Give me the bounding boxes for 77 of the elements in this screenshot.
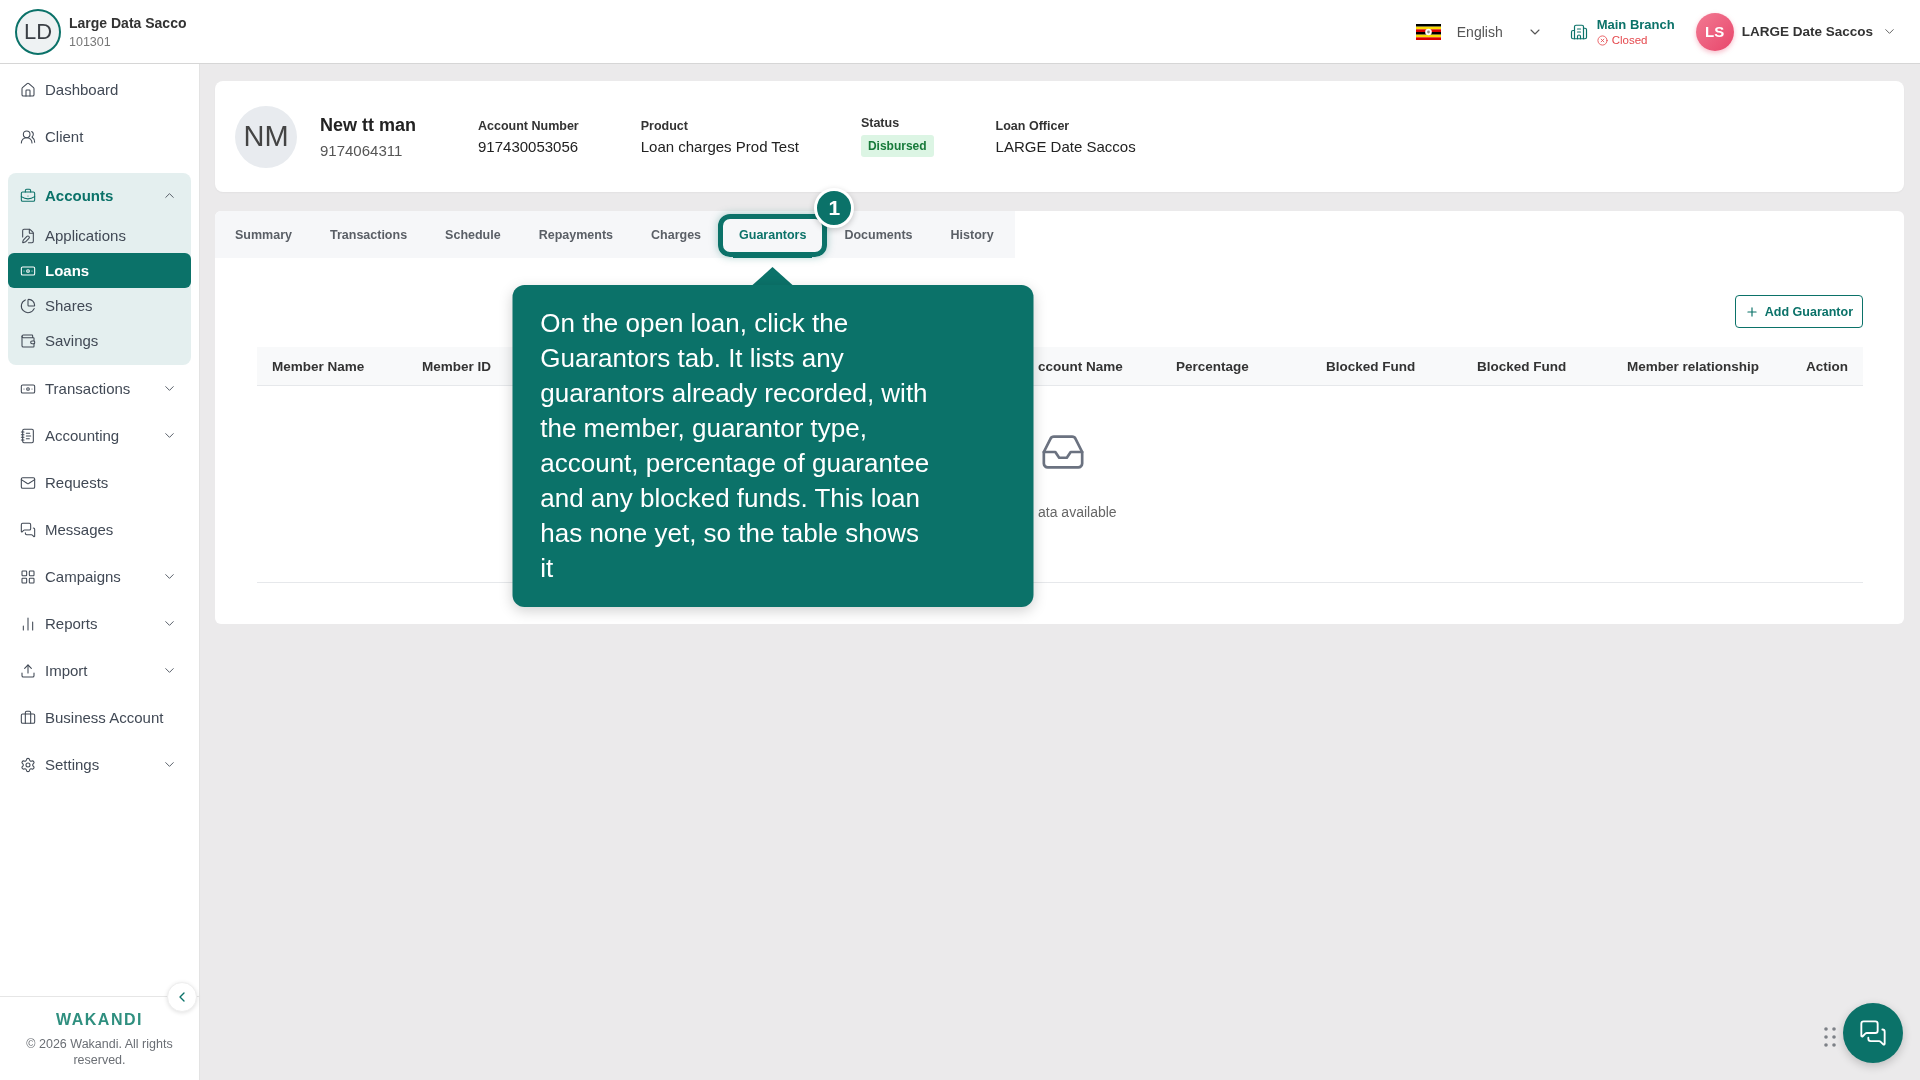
file-pen-icon	[20, 227, 36, 244]
tab[interactable]: Transactions	[324, 211, 414, 258]
grid-icon	[20, 568, 36, 585]
tab[interactable]: Summary	[229, 211, 298, 258]
copyright-text: © 2026 Wakandi. All rights reserved.	[25, 1036, 174, 1068]
sidebar-item[interactable]: Dashboard	[8, 66, 191, 113]
chat-button[interactable]	[1843, 1003, 1903, 1063]
pie-chart-icon	[20, 297, 36, 314]
bar-chart-icon	[20, 615, 36, 632]
collapse-sidebar-button[interactable]	[167, 982, 197, 1012]
language-select[interactable]: English	[1456, 23, 1543, 40]
sidebar-item[interactable]: Messages	[8, 506, 191, 553]
field-label: Status	[860, 116, 901, 130]
briefcase-icon	[20, 709, 36, 726]
client-avatar: NM	[235, 105, 297, 168]
column-header: Member Name	[272, 358, 365, 374]
grip-dots-icon[interactable]	[1824, 1027, 1836, 1047]
sidebar-item[interactable]: Accounts	[8, 173, 191, 218]
notebook-icon	[20, 427, 36, 444]
brand-logo: WAKANDI	[56, 1011, 143, 1029]
branch-status: Closed	[1611, 34, 1648, 46]
org-code: 101301	[69, 34, 112, 49]
tab[interactable]: Guarantors	[733, 211, 813, 258]
field-value: Loan charges Prod Test	[640, 137, 799, 155]
field-value: 917430053056	[478, 137, 579, 155]
tab[interactable]: Repayments	[532, 211, 620, 258]
org-avatar: LD	[15, 8, 61, 55]
step-badge: 1	[814, 188, 855, 228]
sidebar-item[interactable]: Campaigns	[8, 553, 191, 600]
sidebar-subitem[interactable]: Loans	[8, 253, 191, 288]
field-label: Loan Officer	[995, 118, 1071, 133]
add-guarantor-button[interactable]: Add Guarantor	[1734, 295, 1863, 328]
branch-name: Main Branch	[1596, 17, 1675, 32]
sidebar-item[interactable]: Business Account	[8, 694, 191, 741]
tab[interactable]: Charges	[645, 211, 708, 258]
flag-icon	[1415, 23, 1441, 40]
home-icon	[20, 81, 36, 98]
sidebar-item[interactable]: Requests	[8, 459, 191, 506]
empty-state-text: ata available	[1038, 504, 1117, 520]
mail-icon	[20, 474, 36, 491]
sidebar-item[interactable]: Transactions	[8, 365, 191, 412]
column-header: Member ID	[422, 358, 492, 374]
settings-icon	[20, 756, 36, 773]
wallet-icon	[20, 332, 36, 349]
column-header: ccount Name	[1038, 358, 1123, 374]
tab[interactable]: Schedule	[439, 211, 507, 258]
sidebar-subitem[interactable]: Applications	[8, 218, 191, 253]
org-name: Large Data Sacco	[69, 14, 187, 31]
sidebar-subitem[interactable]: Shares	[8, 288, 191, 323]
briefcase-icon	[20, 187, 36, 204]
tab[interactable]: History	[944, 211, 1000, 258]
client-name: New tt man	[320, 114, 416, 136]
client-number: 9174064311	[320, 141, 404, 159]
column-header: Percentage	[1176, 358, 1249, 374]
field-label: Account Number	[478, 118, 579, 133]
column-header: Blocked Fund	[1326, 358, 1416, 374]
sidebar-item[interactable]: Import	[8, 647, 191, 694]
column-header: Blocked Fund	[1477, 358, 1567, 374]
building-icon	[1569, 22, 1588, 41]
user-avatar: LS	[1695, 12, 1734, 51]
status-badge: Disbursed	[860, 135, 934, 157]
plus-icon	[1744, 304, 1759, 319]
sidebar-item[interactable]: Reports	[8, 600, 191, 647]
column-header: Action	[1806, 358, 1848, 374]
callout-text: On the open loan, click the Guarantors tab. It lists any guarantors already recorded, with the member, guarantor type, account, percentage of guarantee and any blocked funds. This loan has none yet, so the table shows it	[540, 307, 931, 585]
column-header: Member relationship	[1627, 358, 1760, 374]
chat-bubbles-icon	[20, 521, 36, 538]
chat-bubbles-icon	[1859, 1019, 1887, 1047]
upload-icon	[20, 662, 36, 679]
field-label: Product	[640, 118, 689, 133]
sidebar-subitem[interactable]: Savings	[8, 323, 191, 358]
user-menu-button[interactable]: LARGE Date Saccos	[1741, 24, 1897, 39]
sidebar-item[interactable]: Client	[8, 113, 191, 160]
sidebar-item[interactable]: Accounting	[8, 412, 191, 459]
users-icon	[20, 128, 36, 145]
field-value: LARGE Date Saccos	[995, 137, 1136, 155]
sidebar-item[interactable]: Settings	[8, 741, 191, 788]
